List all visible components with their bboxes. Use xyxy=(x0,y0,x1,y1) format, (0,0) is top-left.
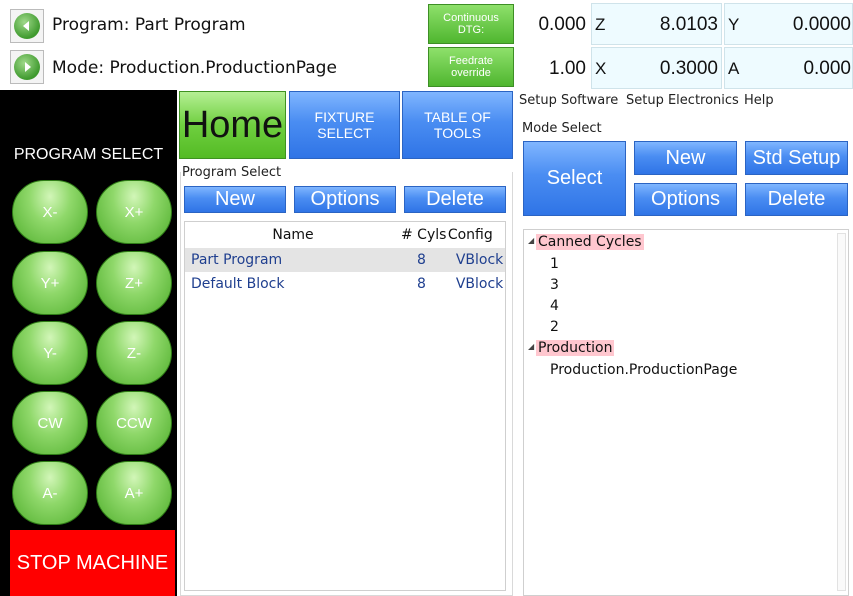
axis-y-letter: Y xyxy=(728,15,740,34)
row-config: VBlock xyxy=(455,276,504,292)
tree-node-child[interactable]: 3 xyxy=(550,277,559,293)
program-options-button[interactable]: Options xyxy=(294,186,396,213)
mode-tree xyxy=(523,229,849,596)
continuous-dtg-line2: DTG: xyxy=(457,24,485,36)
home-button[interactable]: Home xyxy=(179,91,286,159)
fixture-select-button[interactable]: FIXTURE SELECT xyxy=(289,91,400,159)
mode-label: Mode: Production.ProductionPage xyxy=(52,58,337,78)
table-of-tools-line2: TOOLS xyxy=(433,125,482,141)
axis-z-value: 8.0103 xyxy=(659,14,718,35)
feedrate-override-line1: Feedrate xyxy=(448,55,494,67)
back-button[interactable] xyxy=(10,9,44,43)
column-header-name[interactable]: Name xyxy=(185,222,401,248)
program-label: Program: Part Program xyxy=(52,15,246,35)
expand-arrow-icon[interactable]: ◢ xyxy=(528,236,534,245)
continuous-dtg-button[interactable]: Continuous DTG: xyxy=(428,4,514,44)
arrow-right-icon xyxy=(14,54,40,80)
axis-x-letter: X xyxy=(595,59,607,78)
axis-a-letter: A xyxy=(728,59,740,78)
arrow-left-icon xyxy=(14,13,40,39)
program-new-button[interactable]: New xyxy=(184,186,286,213)
row-name: Default Block xyxy=(191,276,285,292)
continuous-dtg-line1: Continuous xyxy=(443,12,499,24)
feedrate-override-line2: override xyxy=(451,67,491,79)
row-name: Part Program xyxy=(191,252,283,268)
tree-node-child[interactable]: 1 xyxy=(550,256,559,272)
forward-button[interactable] xyxy=(10,50,44,84)
program-delete-button[interactable]: Delete xyxy=(404,186,506,213)
axis-x-value: 0.3000 xyxy=(659,58,718,79)
fixture-select-line2: SELECT xyxy=(317,125,372,141)
jog-y-plus-button[interactable]: Y+ xyxy=(12,251,88,315)
axis-a-value: 0.000 xyxy=(803,58,851,79)
jog-y-minus-button[interactable]: Y- xyxy=(12,321,88,385)
tree-node-child[interactable]: Production.ProductionPage xyxy=(550,362,737,378)
row-cyls: 8 xyxy=(417,276,426,292)
tree-scrollbar[interactable] xyxy=(837,233,846,591)
menu-setup-software[interactable]: Setup Software xyxy=(519,93,618,108)
mode-select-group-label: Mode Select xyxy=(522,121,602,136)
dtg-value: 0.000 xyxy=(538,14,586,35)
jog-z-plus-button[interactable]: Z+ xyxy=(96,251,172,315)
jog-cw-button[interactable]: CW xyxy=(12,391,88,455)
menu-help[interactable]: Help xyxy=(744,93,774,108)
table-of-tools-line1: TABLE OF xyxy=(424,109,491,125)
table-row[interactable]: Part Program 8 VBlock xyxy=(185,248,505,272)
table-of-tools-button[interactable]: TABLE OF TOOLS xyxy=(402,91,513,159)
tree-node-child[interactable]: 2 xyxy=(550,319,559,335)
jog-a-minus-button[interactable]: A- xyxy=(12,461,88,525)
feedrate-override-button[interactable]: Feedrate override xyxy=(428,47,514,87)
tree-node-canned-cycles[interactable]: Canned Cycles xyxy=(536,234,644,250)
jog-x-minus-button[interactable]: X- xyxy=(12,180,88,244)
program-list: Name # Cyls Config Part Program 8 VBlock… xyxy=(184,221,506,591)
mode-new-button[interactable]: New xyxy=(634,141,737,175)
menu-setup-electronics[interactable]: Setup Electronics xyxy=(626,93,739,108)
mode-delete-button[interactable]: Delete xyxy=(745,183,848,216)
tree-node-production[interactable]: Production xyxy=(536,340,615,356)
tree-node-child[interactable]: 4 xyxy=(550,298,559,314)
axis-z-letter: Z xyxy=(595,15,606,34)
column-header-cyls[interactable]: # Cyls xyxy=(401,222,448,248)
mode-select-button[interactable]: Select xyxy=(523,141,626,216)
row-config: VBlock xyxy=(455,252,504,268)
row-cyls: 8 xyxy=(417,252,426,268)
expand-arrow-icon[interactable]: ◢ xyxy=(528,342,534,351)
jog-ccw-button[interactable]: CCW xyxy=(96,391,172,455)
jog-x-plus-button[interactable]: X+ xyxy=(96,180,172,244)
mode-options-button[interactable]: Options xyxy=(634,183,737,216)
std-setup-button[interactable]: Std Setup xyxy=(745,141,848,175)
column-header-config[interactable]: Config xyxy=(448,222,505,248)
program-select-title: PROGRAM SELECT xyxy=(13,146,164,163)
jog-a-plus-button[interactable]: A+ xyxy=(96,461,172,525)
fixture-select-line1: FIXTURE xyxy=(314,109,375,125)
axis-y-value: 0.0000 xyxy=(792,14,851,35)
jog-z-minus-button[interactable]: Z- xyxy=(96,321,172,385)
table-row[interactable]: Default Block 8 VBlock xyxy=(185,272,505,296)
feedrate-value: 1.00 xyxy=(549,58,586,79)
stop-machine-button[interactable]: STOP MACHINE xyxy=(10,530,175,596)
